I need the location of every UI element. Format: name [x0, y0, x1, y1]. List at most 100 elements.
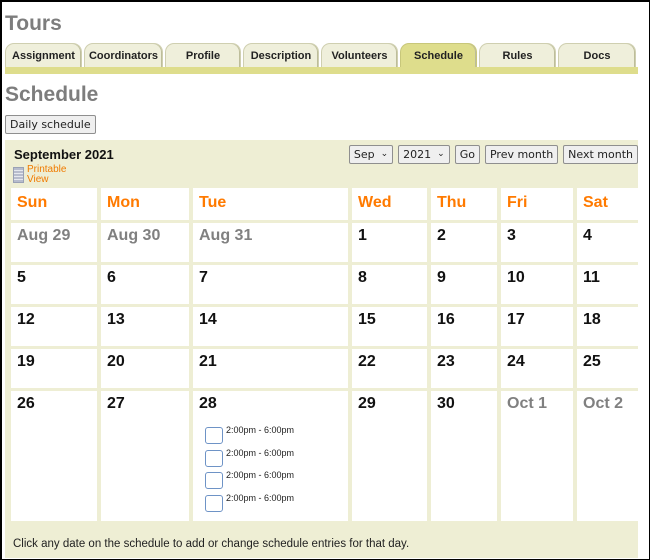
day-cell[interactable]: 7: [193, 265, 348, 304]
day-cell[interactable]: 1: [352, 223, 427, 262]
day-number: 3: [507, 227, 516, 244]
day-number: 19: [17, 353, 35, 370]
schedule-entry[interactable]: 2:00pm - 6:00pm: [205, 448, 294, 471]
weekday-header-sun: Sun: [11, 188, 97, 220]
day-cell[interactable]: 19: [11, 349, 97, 388]
day-cell[interactable]: 5: [11, 265, 97, 304]
entry-checkbox-icon[interactable]: [205, 494, 223, 512]
year-select[interactable]: 2021 ⌄: [398, 145, 450, 164]
day-cell[interactable]: 20: [101, 349, 189, 388]
entry-checkbox-icon[interactable]: [205, 449, 223, 467]
month-select-value: Sep: [353, 148, 375, 161]
day-number: 9: [437, 269, 446, 286]
section-title: Schedule: [5, 83, 99, 106]
weekday-header-tue: Tue: [193, 188, 348, 220]
day-cell[interactable]: 8: [352, 265, 427, 304]
day-number: 20: [107, 353, 125, 370]
tab-assignment[interactable]: Assignment: [5, 43, 82, 68]
chevron-down-icon: ⌄: [380, 149, 389, 159]
day-cell[interactable]: Oct 1: [501, 391, 573, 521]
day-number: 2: [437, 227, 446, 244]
day-cell[interactable]: 30: [431, 391, 497, 521]
day-number: 4: [583, 227, 592, 244]
tab-schedule[interactable]: Schedule: [400, 43, 477, 68]
day-number: 29: [358, 395, 376, 412]
day-cell[interactable]: 24: [501, 349, 573, 388]
entry-time: 2:00pm - 6:00pm: [226, 447, 295, 458]
go-button[interactable]: Go: [454, 145, 480, 164]
entry-time: 2:00pm - 6:00pm: [226, 470, 295, 480]
day-cell[interactable]: 28 2:00pm - 6:00pm 2:00pm - 6:00pm 2:00pm -…: [193, 391, 348, 521]
day-cell[interactable]: 25: [577, 349, 647, 388]
day-number: 21: [199, 353, 217, 370]
weekday-header-sat: Sat: [577, 188, 647, 220]
day-cell[interactable]: 14: [193, 307, 348, 346]
day-cell[interactable]: 22: [352, 349, 427, 388]
printable-view-link[interactable]: Printable View: [13, 165, 73, 185]
day-cell[interactable]: 17: [501, 307, 573, 346]
day-number: 30: [437, 395, 455, 412]
day-cell[interactable]: 10: [501, 265, 573, 304]
day-cell[interactable]: 3: [501, 223, 573, 262]
tab-underline: [5, 67, 638, 74]
day-number: Aug 29: [17, 227, 71, 244]
calendar: September 2021 Printable View Sep ⌄ 2021…: [5, 140, 647, 558]
tab-docs[interactable]: Docs: [558, 43, 636, 68]
day-number: 27: [107, 395, 125, 412]
calendar-controls: Sep ⌄ 2021 ⌄ Go Prev month Next month: [348, 145, 638, 164]
tab-coordinators[interactable]: Coordinators: [84, 43, 163, 68]
day-cell[interactable]: 4: [577, 223, 647, 262]
entry-time: 2:00pm - 6:00pm: [226, 492, 295, 503]
day-number: 26: [17, 395, 35, 412]
day-cell[interactable]: Aug 29: [11, 223, 97, 262]
day-cell[interactable]: 23: [431, 349, 497, 388]
entry-checkbox-icon[interactable]: [205, 472, 223, 489]
day-number: 23: [437, 353, 455, 370]
calendar-grid: Sun Mon Tue Wed Thu Fri Sat Aug 29 Aug 30 Aug 31 1…: [11, 188, 647, 521]
day-number: 8: [358, 269, 367, 286]
day-number: 24: [507, 353, 525, 370]
day-cell[interactable]: 21: [193, 349, 348, 388]
day-cell[interactable]: Aug 30: [101, 223, 189, 262]
entry-time: 2:00pm - 6:00pm: [226, 425, 295, 435]
month-select[interactable]: Sep ⌄: [348, 145, 394, 164]
schedule-entry[interactable]: 2:00pm - 6:00pm: [205, 470, 294, 493]
day-cell[interactable]: 6: [101, 265, 189, 304]
day-cell[interactable]: 13: [101, 307, 189, 346]
day-cell[interactable]: 11: [577, 265, 647, 304]
day-cell[interactable]: 16: [431, 307, 497, 346]
day-cell[interactable]: 27: [101, 391, 189, 521]
document-icon: [13, 167, 24, 183]
day-number: Aug 31: [199, 227, 253, 244]
entry-checkbox-icon[interactable]: [205, 427, 223, 444]
tab-profile[interactable]: Profile: [165, 43, 241, 68]
day-cell[interactable]: 18: [577, 307, 647, 346]
day-number: 7: [199, 269, 208, 286]
tab-volunteers[interactable]: Volunteers: [321, 43, 398, 68]
day-cell[interactable]: 12: [11, 307, 97, 346]
day-cell[interactable]: 26: [11, 391, 97, 521]
chevron-down-icon: ⌄: [437, 149, 445, 159]
day-number: 12: [17, 311, 35, 328]
day-number: 15: [358, 311, 376, 328]
schedule-entry[interactable]: 2:00pm - 6:00pm: [205, 425, 294, 448]
day-cell[interactable]: 2: [431, 223, 497, 262]
tab-description[interactable]: Description: [243, 43, 319, 68]
weekday-header-mon: Mon: [101, 188, 189, 220]
daily-schedule-button[interactable]: Daily schedule: [5, 115, 96, 134]
day-cell[interactable]: 15: [352, 307, 427, 346]
day-cell[interactable]: 29: [352, 391, 427, 521]
page-title: Tours: [5, 12, 62, 35]
day-cell[interactable]: Aug 31: [193, 223, 348, 262]
schedule-entry[interactable]: 2:00pm - 6:00pm: [205, 493, 294, 516]
footer-note: Click any date on the schedule to add or…: [13, 538, 410, 550]
day-cell[interactable]: 9: [431, 265, 497, 304]
day-cell[interactable]: Oct 2: [577, 391, 647, 521]
year-select-value: 2021: [403, 148, 432, 161]
prev-month-button[interactable]: Prev month: [484, 145, 559, 164]
weekday-header-thu: Thu: [431, 188, 497, 220]
day-number: 13: [107, 311, 125, 328]
day-number: Oct 2: [583, 395, 624, 412]
next-month-button[interactable]: Next month: [563, 145, 638, 164]
tab-rules[interactable]: Rules: [479, 43, 556, 68]
